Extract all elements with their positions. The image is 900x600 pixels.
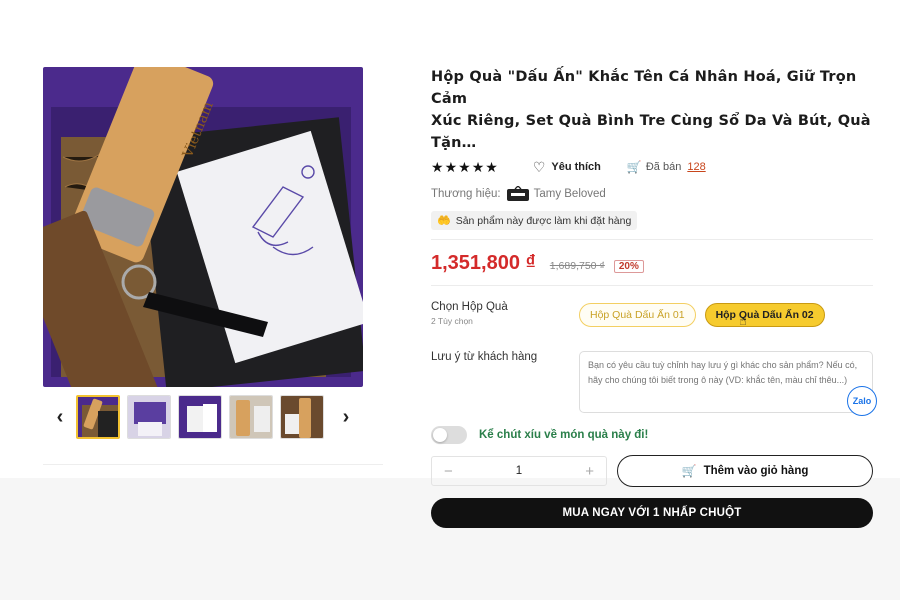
cart-icon: 🛒: [681, 464, 697, 478]
made-to-order-badge: 🤲 Sản phẩm này được làm khi đặt hàng: [431, 211, 638, 230]
star-icon: ★: [431, 159, 444, 175]
product-gallery: Vietnam ‹ ›: [43, 67, 383, 465]
star-icon: ★: [471, 159, 485, 175]
current-price: 1,351,800 ₫: [431, 252, 536, 274]
product-info: Hộp Quà "Dấu Ấn" Khắc Tên Cá Nhân Hoá, G…: [431, 66, 873, 528]
variant-label-group: Chọn Hộp Quà 2 Tùy chọn: [431, 301, 579, 327]
sold-info: 🛒 Đã bán 128: [627, 160, 706, 174]
add-to-cart-label: Thêm vào giỏ hàng: [703, 465, 809, 477]
customer-note-row: Lưu ý từ khách hàng: [431, 351, 873, 413]
rating-stars: ★ ★ ★ ★ ★: [431, 160, 498, 174]
variant-selector: Chọn Hộp Quà 2 Tùy chọn Hộp Quà Dấu Ấn 0…: [431, 301, 873, 328]
sold-label: Đã bán: [645, 161, 682, 173]
thumbnail-5[interactable]: [280, 395, 324, 439]
minus-button[interactable]: −: [444, 463, 453, 480]
gift-story-label: Kể chút xíu về món quà này đi!: [479, 429, 649, 441]
plus-button[interactable]: +: [585, 463, 594, 480]
product-title: Hộp Quà "Dấu Ấn" Khắc Tên Cá Nhân Hoá, G…: [431, 66, 873, 154]
divider: [431, 285, 873, 286]
made-to-order-text: Sản phẩm này được làm khi đặt hàng: [455, 214, 632, 227]
thumb-prev-icon[interactable]: ‹: [49, 406, 71, 428]
thumbnail-1[interactable]: [76, 395, 120, 439]
star-icon: ★: [458, 159, 471, 175]
star-icon: ★: [444, 159, 458, 175]
thumbnail-3[interactable]: [178, 395, 222, 439]
quantity-stepper: − 1 +: [431, 456, 607, 486]
variant-count: 2 Tùy chọn: [431, 316, 473, 326]
star-icon: ★: [485, 159, 498, 175]
variant-options: Hộp Quà Dấu Ấn 01 Hộp Quà Dấu Ấn 02: [579, 303, 825, 327]
product-title-line-2: Xúc Riêng, Set Quà Bình Tre Cùng Sổ Da V…: [431, 113, 871, 151]
divider: [431, 239, 873, 240]
customer-note-input[interactable]: [579, 351, 873, 413]
favorite-label: Yêu thích: [551, 161, 601, 173]
note-label: Lưu ý từ khách hàng: [431, 351, 538, 363]
zalo-chat-button[interactable]: Zalo: [847, 386, 877, 416]
product-meta: ★ ★ ★ ★ ★ ♡ Yêu thích 🛒 Đã bán 128: [431, 157, 873, 177]
brand-label: Thương hiệu:: [431, 188, 501, 200]
hand-cursor-icon: ☝: [739, 313, 747, 328]
brand-logo[interactable]: [506, 186, 529, 202]
thumb-next-icon[interactable]: ›: [335, 406, 357, 428]
cart-icon: 🛒: [626, 160, 642, 174]
buy-now-button[interactable]: MUA NGAY VỚI 1 NHẤP CHUỘT: [431, 498, 873, 528]
thumbnail-strip: ‹ ›: [43, 393, 363, 441]
thumbnail-2[interactable]: [127, 395, 171, 439]
hands-icon: 🤲: [437, 215, 451, 227]
gift-story-toggle[interactable]: [431, 426, 467, 444]
brand-name[interactable]: Tamy Beloved: [534, 188, 606, 200]
cart-row: − 1 + 🛒 Thêm vào giỏ hàng: [431, 455, 873, 487]
brand-row: Thương hiệu: Tamy Beloved: [431, 185, 873, 203]
gallery-divider: [43, 464, 383, 465]
variant-option-1[interactable]: Hộp Quà Dấu Ấn 01: [579, 303, 696, 327]
product-main-image[interactable]: Vietnam: [43, 67, 363, 387]
product-title-line-1: Hộp Quà "Dấu Ấn" Khắc Tên Cá Nhân Hoá, G…: [431, 69, 857, 107]
original-price: 1,689,750 ₫: [549, 260, 605, 272]
price-row: 1,351,800 ₫ 1,689,750 ₫ 20%: [431, 252, 873, 274]
favorite-button[interactable]: ♡ Yêu thích: [533, 159, 601, 176]
thumbnail-4[interactable]: [229, 395, 273, 439]
discount-badge: 20%: [613, 260, 644, 273]
toggle-knob: [433, 428, 447, 442]
variant-option-2[interactable]: Hộp Quà Dấu Ấn 02: [704, 303, 825, 327]
gift-story-row: Kể chút xíu về món quà này đi!: [431, 425, 873, 445]
sold-count[interactable]: 128: [687, 161, 705, 173]
variant-label: Chọn Hộp Quà: [431, 301, 508, 313]
quantity-value[interactable]: 1: [516, 465, 522, 477]
heart-icon: ♡: [532, 158, 546, 175]
add-to-cart-button[interactable]: 🛒 Thêm vào giỏ hàng: [617, 455, 873, 487]
